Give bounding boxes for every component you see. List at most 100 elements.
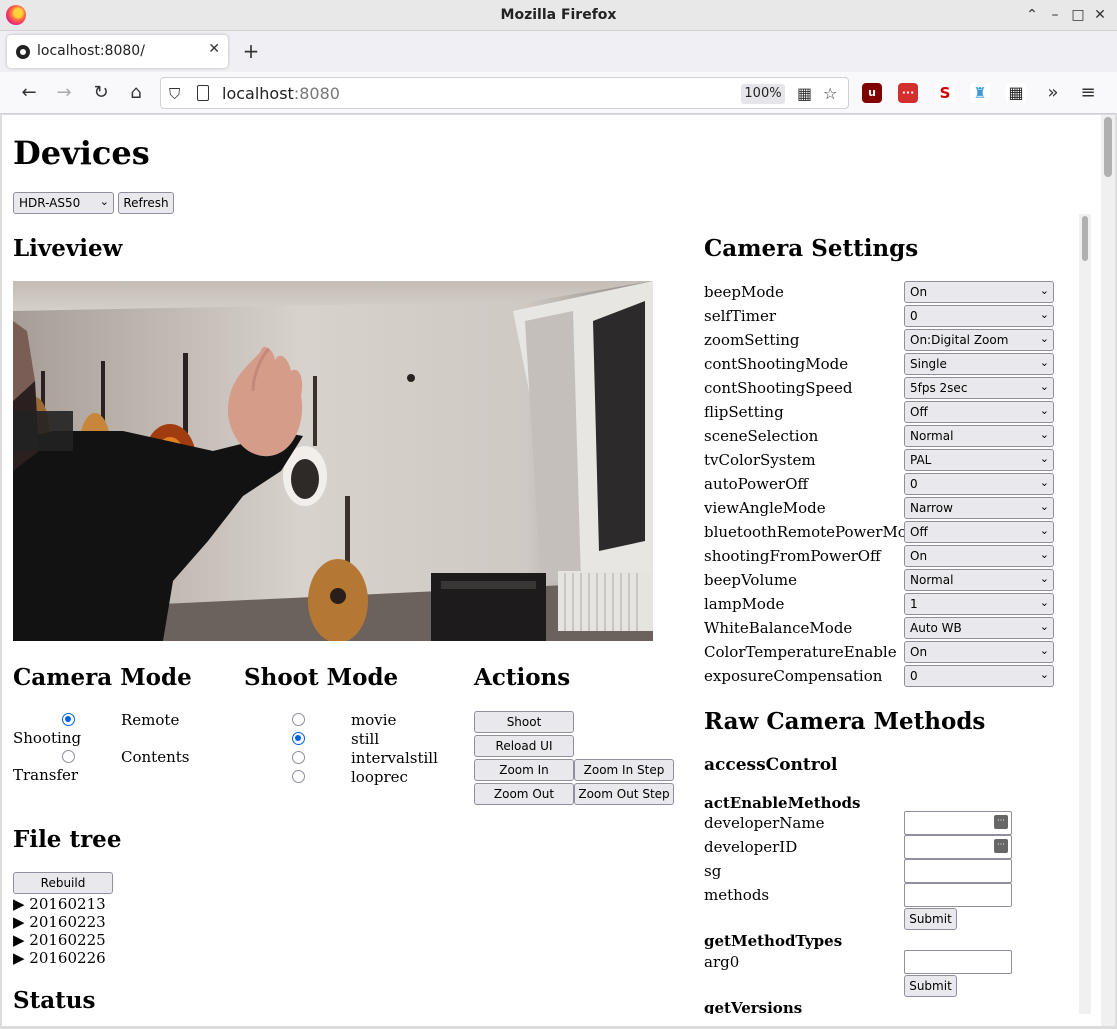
camera-mode-remote-radio[interactable] [62, 713, 75, 726]
chevron-down-icon: ⌄ [1039, 668, 1049, 681]
ext-s-icon[interactable]: S [935, 83, 955, 103]
url-text[interactable]: localhost:8080 [222, 84, 340, 103]
methods-input[interactable] [904, 883, 1012, 907]
chevron-down-icon: ⌄ [1039, 620, 1049, 633]
reload-icon[interactable]: ↻ [88, 80, 114, 106]
setting-select[interactable]: PAL ⌄ [904, 449, 1054, 471]
camera-mode-contents-radio[interactable] [62, 750, 75, 763]
setting-select[interactable]: 1 ⌄ [904, 593, 1054, 615]
file-tree-item[interactable]: ▶ 20160213 [13, 895, 106, 913]
chevron-down-icon: ⌄ [1039, 476, 1049, 489]
chevron-down-icon: ⌄ [1039, 500, 1049, 513]
developer-name-input[interactable]: ··· [904, 811, 1012, 835]
refresh-button[interactable]: Refresh [118, 192, 174, 214]
methods-label: methods [704, 886, 770, 904]
setting-select[interactable]: On ⌄ [904, 281, 1054, 303]
close-window-icon[interactable]: ✕ [1090, 4, 1110, 26]
file-tree-item[interactable]: ▶ 20160223 [13, 913, 106, 931]
act-enable-submit-button[interactable]: Submit [904, 908, 957, 930]
setting-label: WhiteBalanceMode [704, 619, 853, 637]
chevron-down-icon: ⌄ [1039, 524, 1049, 537]
zoom-out-button[interactable]: Zoom Out [474, 783, 574, 805]
shoot-mode-intervalstill-label: intervalstill [351, 749, 438, 767]
shoot-mode-still-radio[interactable] [292, 732, 305, 745]
rebuild-button[interactable]: Rebuild [13, 872, 113, 894]
setting-select[interactable]: Normal ⌄ [904, 425, 1054, 447]
password-manager-icon[interactable]: ··· [994, 839, 1008, 853]
file-tree-item[interactable]: ▶ 20160226 [13, 949, 106, 967]
shoot-mode-intervalstill-radio[interactable] [292, 751, 305, 764]
zoom-in-step-button[interactable]: Zoom In Step [574, 759, 674, 781]
setting-select[interactable]: Normal ⌄ [904, 569, 1054, 591]
maximize-icon[interactable]: □ [1068, 4, 1088, 26]
arg0-input[interactable] [904, 950, 1012, 974]
setting-select[interactable]: 0 ⌄ [904, 305, 1054, 327]
back-icon[interactable]: ← [16, 80, 42, 106]
get-method-types-submit-button[interactable]: Submit [904, 975, 957, 997]
liveview-picture [13, 281, 653, 641]
page-info-icon[interactable] [197, 85, 209, 101]
setting-select[interactable]: Off ⌄ [904, 401, 1054, 423]
tracking-shield-icon[interactable]: ⛉ [169, 85, 180, 103]
setting-select[interactable]: Single ⌄ [904, 353, 1054, 375]
setting-label: flipSetting [704, 403, 784, 421]
shoot-button[interactable]: Shoot [474, 711, 574, 733]
setting-select[interactable]: Auto WB ⌄ [904, 617, 1054, 639]
settings-panel-scrollbar[interactable] [1079, 214, 1091, 1014]
minimize-icon[interactable]: – [1045, 4, 1065, 26]
file-tree-item[interactable]: ▶ 20160225 [13, 931, 106, 949]
zoom-out-step-button[interactable]: Zoom Out Step [574, 783, 674, 805]
get-versions-heading: getVersions [704, 999, 803, 1014]
chevron-down-icon: ⌄ [1039, 356, 1049, 369]
chevron-down-icon: ⌄ [99, 195, 109, 208]
page-scrollbar[interactable] [1101, 115, 1115, 1026]
new-tab-icon[interactable]: + [240, 37, 262, 65]
tab-localhost[interactable]: localhost:8080/ ✕ [7, 35, 228, 68]
ext-red-icon[interactable]: ··· [898, 83, 918, 103]
file-tree-title: File tree [13, 826, 122, 853]
page-scroll-thumb[interactable] [1104, 117, 1112, 177]
setting-select[interactable]: Narrow ⌄ [904, 497, 1054, 519]
developer-id-input[interactable]: ··· [904, 835, 1012, 859]
forward-icon[interactable]: → [51, 80, 77, 106]
chevron-down-icon: ⌄ [1039, 308, 1049, 321]
more-tools-icon[interactable]: » [1040, 80, 1066, 106]
shoot-mode-movie-radio[interactable] [292, 713, 305, 726]
camera-favicon-icon [16, 45, 30, 59]
qr-code-icon[interactable]: ▦ [797, 84, 812, 103]
window-title: Mozilla Firefox [500, 7, 617, 23]
developer-id-label: developerID [704, 838, 798, 856]
password-manager-icon[interactable]: ··· [994, 815, 1008, 829]
shoot-mode-looprec-radio[interactable] [292, 770, 305, 783]
chevron-down-icon: ⌄ [1039, 572, 1049, 585]
setting-label: beepVolume [704, 571, 798, 589]
setting-select[interactable]: 0 ⌄ [904, 473, 1054, 495]
developer-name-label: developerName [704, 814, 825, 832]
zoom-level-badge[interactable]: 100% [741, 84, 785, 104]
setting-select[interactable]: On:Digital Zoom ⌄ [904, 329, 1054, 351]
settings-scroll-thumb[interactable] [1082, 216, 1088, 261]
chevron-down-icon: ⌄ [1039, 548, 1049, 561]
setting-select[interactable]: Off ⌄ [904, 521, 1054, 543]
url-bar[interactable]: ⛉ localhost:8080 100% ▦ ☆ [160, 77, 849, 109]
home-icon[interactable]: ⌂ [123, 80, 149, 106]
reload-ui-button[interactable]: Reload UI [474, 735, 574, 757]
sg-input[interactable] [904, 859, 1012, 883]
close-tab-icon[interactable]: ✕ [208, 41, 220, 57]
setting-label: zoomSetting [704, 331, 800, 349]
actions-title: Actions [474, 664, 571, 691]
device-select[interactable]: HDR-AS50 ⌄ [13, 192, 114, 214]
setting-select[interactable]: 0 ⌄ [904, 665, 1054, 687]
ublock-origin-icon[interactable]: u [862, 83, 882, 103]
ext-grid-icon[interactable]: ▦ [1006, 83, 1026, 103]
ext-trophy-icon[interactable]: ♜ [970, 83, 990, 103]
zoom-in-button[interactable]: Zoom In [474, 759, 574, 781]
setting-select[interactable]: On ⌄ [904, 641, 1054, 663]
window-menu-icon[interactable]: ⌃ [1022, 4, 1042, 26]
setting-select[interactable]: On ⌄ [904, 545, 1054, 567]
bookmark-star-icon[interactable]: ☆ [823, 84, 837, 103]
chevron-down-icon: ⌄ [1039, 284, 1049, 297]
setting-select[interactable]: 5fps 2sec ⌄ [904, 377, 1054, 399]
setting-label: shootingFromPowerOff [704, 547, 881, 565]
app-menu-icon[interactable]: ≡ [1075, 80, 1101, 106]
